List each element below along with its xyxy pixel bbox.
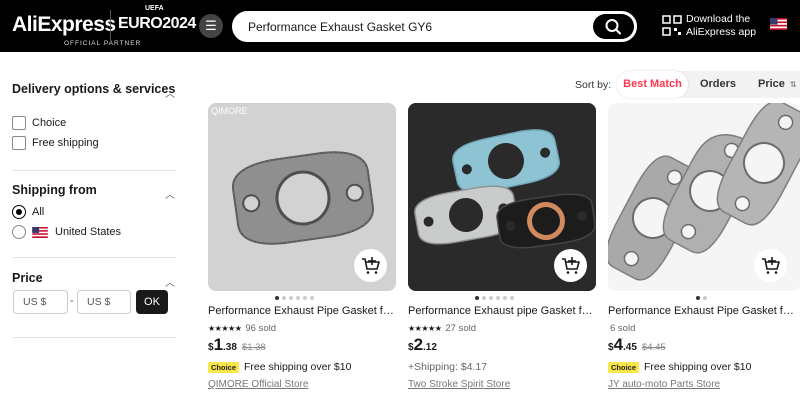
rating-row: ★★★★★ 96 sold xyxy=(208,322,276,334)
choice-badge: Choice xyxy=(208,361,240,373)
price-max-input[interactable]: US $ xyxy=(77,290,131,314)
price-decimal: .45 xyxy=(623,342,637,353)
price-title: Price xyxy=(12,271,43,285)
search-input[interactable] xyxy=(248,13,588,40)
choice-badge: Choice xyxy=(608,361,640,373)
choice-label: Choice xyxy=(32,117,67,129)
chevron-up-icon[interactable]: ︿ xyxy=(165,85,175,100)
watermark: QIMORE xyxy=(211,106,248,116)
price-filter: Price ︿ xyxy=(12,271,177,289)
download-line-1: Download the xyxy=(686,13,751,25)
delivery-filter: Delivery options & services ︿ xyxy=(12,82,177,100)
add-to-cart-button[interactable] xyxy=(754,249,787,282)
image-carousel-dots xyxy=(475,296,514,300)
free-shipping-label: Free shipping xyxy=(32,137,99,149)
shipping-text: +Shipping: $4.17 xyxy=(408,361,488,373)
sort-tabs: Best Match Orders Price ⇅ xyxy=(617,71,800,98)
choice-checkbox[interactable]: Choice xyxy=(12,115,66,131)
search-icon xyxy=(605,19,621,35)
chevron-up-icon[interactable]: ︿ xyxy=(165,186,175,201)
cart-icon xyxy=(362,257,380,274)
price-ok-button[interactable]: OK xyxy=(136,290,168,314)
store-link[interactable]: JY auto-moto Parts Store xyxy=(608,379,720,390)
euro2024-logo: EURO2024 xyxy=(118,15,196,32)
shipping-info: +Shipping: $4.17 xyxy=(408,360,487,374)
sort-best-match-tab[interactable]: Best Match xyxy=(617,71,688,98)
store-link[interactable]: Two Stroke Spirit Store xyxy=(408,379,510,390)
top-header: AliExpress OFFICIAL PARTNER UEFA EURO202… xyxy=(0,0,800,52)
official-partner-text: OFFICIAL PARTNER xyxy=(64,40,142,47)
sort-by-label: Sort by: xyxy=(575,79,612,91)
header-divider xyxy=(110,10,111,42)
product-title[interactable]: Performance Exhaust pipe Gasket for ... xyxy=(408,305,596,317)
us-flag-icon[interactable] xyxy=(770,18,787,30)
menu-icon[interactable]: ☰ xyxy=(199,14,223,38)
ship-from-us-radio[interactable]: United States xyxy=(12,224,121,240)
original-price: $1.38 xyxy=(241,342,266,353)
product-title[interactable]: Performance Exhaust Pipe Gasket for ... xyxy=(208,305,396,317)
product-title[interactable]: Performance Exhaust Pipe Gasket for ... xyxy=(608,305,796,317)
checkbox-box[interactable] xyxy=(12,116,26,130)
divider xyxy=(12,257,177,258)
add-to-cart-button[interactable] xyxy=(354,249,387,282)
uefa-text: UEFA xyxy=(145,5,164,12)
price: $ 2 .12 xyxy=(408,335,437,355)
shipping-info: Choice Free shipping over $10 xyxy=(608,360,751,374)
radio-unselected[interactable] xyxy=(12,225,26,239)
star-rating: ★★★★★ xyxy=(408,323,442,333)
image-carousel-dots xyxy=(696,296,707,300)
price: $ 1 .38 $1.38 xyxy=(208,335,266,355)
price-main: 2 xyxy=(413,335,424,354)
original-price: $4.45 xyxy=(641,342,666,353)
price-separator: - xyxy=(70,295,74,307)
search-button[interactable] xyxy=(593,14,634,39)
sort-arrows-icon: ⇅ xyxy=(789,80,797,89)
price: $ 4 .45 $4.45 xyxy=(608,335,666,355)
product-card[interactable]: Performance Exhaust pipe Gasket for ... … xyxy=(408,103,596,408)
sold-count: 27 sold xyxy=(445,322,476,334)
shipping-title: Shipping from xyxy=(12,183,97,197)
shipping-from-filter: Shipping from ︿ xyxy=(12,183,177,201)
delivery-title: Delivery options & services xyxy=(12,82,176,96)
sort-price-tab[interactable]: Price ⇅ xyxy=(748,71,800,98)
rating-row: ★★★★★ 27 sold xyxy=(408,322,476,334)
download-line-2: AliExpress app xyxy=(686,26,757,38)
sold-count: 6 sold xyxy=(610,322,636,334)
us-flag-icon xyxy=(32,226,48,238)
shipping-text: Free shipping over $10 xyxy=(644,361,752,373)
sold-count: 96 sold xyxy=(245,322,276,334)
divider xyxy=(12,337,177,338)
qr-code-icon[interactable] xyxy=(662,15,682,37)
price-decimal: .38 xyxy=(223,342,237,353)
product-card[interactable]: Performance Exhaust Pipe Gasket for ... … xyxy=(608,103,800,408)
divider xyxy=(12,170,177,171)
search-bar xyxy=(232,11,637,42)
sort-orders-tab[interactable]: Orders xyxy=(688,71,748,98)
price-main: 4 xyxy=(613,335,624,354)
store-link[interactable]: QIMORE Official Store xyxy=(208,379,308,390)
price-main: 1 xyxy=(213,335,224,354)
radio-selected[interactable] xyxy=(12,205,26,219)
free-shipping-checkbox[interactable]: Free shipping xyxy=(12,135,99,151)
ship-from-all-radio[interactable]: All xyxy=(12,204,44,220)
add-to-cart-button[interactable] xyxy=(554,249,587,282)
all-label: All xyxy=(32,206,45,218)
image-carousel-dots xyxy=(275,296,314,300)
cart-icon xyxy=(762,257,780,274)
united-states-label: United States xyxy=(55,226,122,238)
product-card[interactable]: QIMORE Performance Exhaust Pipe Gasket f… xyxy=(208,103,396,408)
checkbox-box[interactable] xyxy=(12,136,26,150)
cart-icon xyxy=(562,257,580,274)
shipping-text: Free shipping over $10 xyxy=(244,361,352,373)
chevron-up-icon[interactable]: ︿ xyxy=(165,274,175,289)
download-app-link[interactable]: Download the AliExpress app xyxy=(686,13,756,39)
aliexpress-logo[interactable]: AliExpress xyxy=(12,13,116,37)
price-min-input[interactable]: US $ xyxy=(13,290,68,314)
shipping-info: Choice Free shipping over $10 xyxy=(208,360,351,374)
star-rating: ★★★★★ xyxy=(208,323,242,333)
sort-price-label: Price xyxy=(758,78,785,90)
price-decimal: .12 xyxy=(423,342,437,353)
rating-row: 6 sold xyxy=(610,322,635,334)
